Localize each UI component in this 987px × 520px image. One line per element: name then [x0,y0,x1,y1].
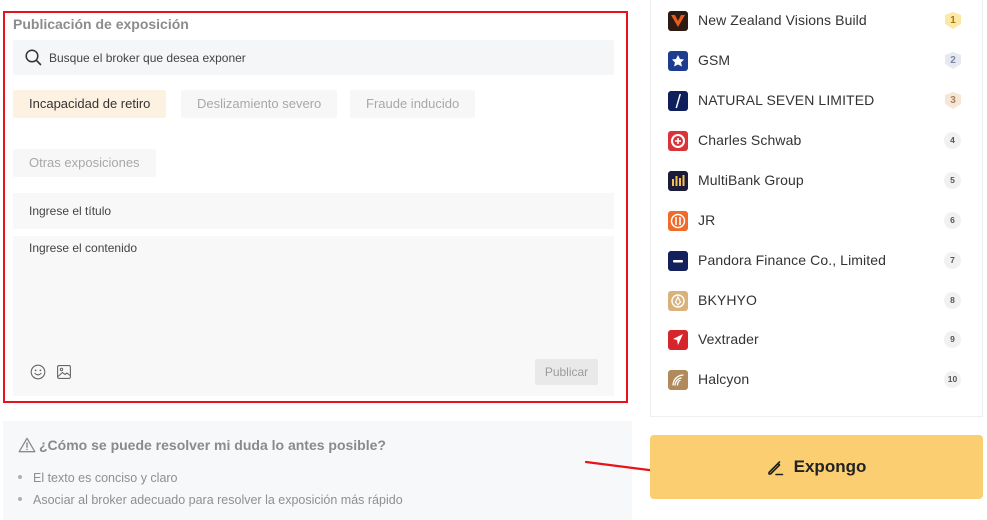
rank-badge: 6 [944,212,961,229]
rank-badge: 4 [944,132,961,149]
broker-search[interactable] [13,40,614,75]
pencil-icon [767,460,783,475]
tip-item: El texto es conciso y claro [18,471,178,485]
exposure-form: Publicación de exposición Incapacidad de… [3,11,628,403]
broker-logo-icon [668,171,688,191]
broker-name: BKYHYO [698,292,757,308]
rank-badge: 10 [944,371,961,388]
halcyon-logo-icon [668,370,688,390]
broker-name: Vextrader [698,331,759,347]
gsm-logo-icon [668,51,688,71]
broker-logo-icon [668,131,688,151]
rank-badge: 7 [944,252,961,269]
category-severe-slippage[interactable]: Deslizamiento severo [181,90,338,118]
category-induced-fraud[interactable]: Fraude inducido [350,90,476,118]
natural-seven-logo-icon [668,91,688,111]
ranking-item[interactable]: Halcyon 10 [668,368,968,392]
broker-name: Halcyon [698,371,750,387]
rank-badge: 8 [944,292,961,309]
rank-badge: 1 [945,12,961,29]
warning-icon [18,437,36,453]
pandora-finance-logo-icon [668,251,688,271]
tips-box: ¿Cómo se puede resolver mi duda lo antes… [3,421,632,520]
broker-logo-icon [668,330,688,350]
ranking-item[interactable]: New Zealand Visions Build 1 [668,9,968,33]
ranking-item[interactable]: JR 6 [668,209,968,233]
ranking-item[interactable]: Pandora Finance Co., Limited 7 [668,249,968,273]
broker-ranking-list: New Zealand Visions Build 1 GSM 2 NATURA… [650,0,983,417]
rank-badge: 3 [945,92,961,109]
jr-logo-icon [668,211,688,231]
broker-search-input[interactable] [49,40,599,75]
exposure-panel: Publicación de exposición Incapacidad de… [0,0,632,520]
broker-name: GSM [698,52,731,68]
content-textarea[interactable] [13,236,614,356]
rank-badge: 5 [944,172,961,189]
broker-name: JR [698,212,716,228]
broker-logo-icon [668,211,688,231]
rank-badge: 9 [944,331,961,348]
emoji-icon[interactable] [30,364,46,380]
broker-logo-icon [668,91,688,111]
broker-logo-icon [668,251,688,271]
multibank-logo-icon [668,171,688,191]
title-input[interactable] [13,193,614,229]
broker-name: Charles Schwab [698,132,802,148]
broker-logo-icon [668,291,688,311]
vextrader-logo-icon [668,330,688,350]
publish-button[interactable]: Publicar [535,359,598,385]
ranking-item[interactable]: NATURAL SEVEN LIMITED 3 [668,89,968,113]
charles-schwab-logo-icon [668,131,688,151]
ranking-item[interactable]: Vextrader 9 [668,328,968,352]
ranking-item[interactable]: MultiBank Group 5 [668,169,968,193]
ranking-item[interactable]: Charles Schwab 4 [668,129,968,153]
expongo-label: Expongo [793,457,867,476]
category-other-exposures[interactable]: Otras exposiciones [13,149,156,177]
rank-badge: 2 [945,52,961,69]
broker-name: Pandora Finance Co., Limited [698,252,887,268]
broker-logo-icon [668,370,688,390]
form-title: Publicación de exposición [13,16,189,32]
new-zealand-visions-logo-icon [668,11,688,31]
category-withdrawal-inability[interactable]: Incapacidad de retiro [13,90,167,118]
image-icon[interactable] [56,364,72,380]
ranking-item[interactable]: GSM 2 [668,49,968,73]
search-icon [25,49,42,66]
broker-name: NATURAL SEVEN LIMITED [698,92,875,108]
title-field[interactable] [13,193,614,229]
broker-logo-icon [668,11,688,31]
broker-logo-icon [668,51,688,71]
broker-name: MultiBank Group [698,172,804,188]
bkyhyo-logo-icon [668,291,688,311]
content-field: Publicar [13,236,614,396]
tip-item: Asociar al broker adecuado para resolver… [18,493,403,507]
tips-title-text: ¿Cómo se puede resolver mi duda lo antes… [39,437,386,453]
tips-title: ¿Cómo se puede resolver mi duda lo antes… [18,437,386,453]
broker-name: New Zealand Visions Build [698,12,867,28]
ranking-item[interactable]: BKYHYO 8 [668,289,968,313]
expongo-button[interactable]: Expongo [650,435,983,499]
